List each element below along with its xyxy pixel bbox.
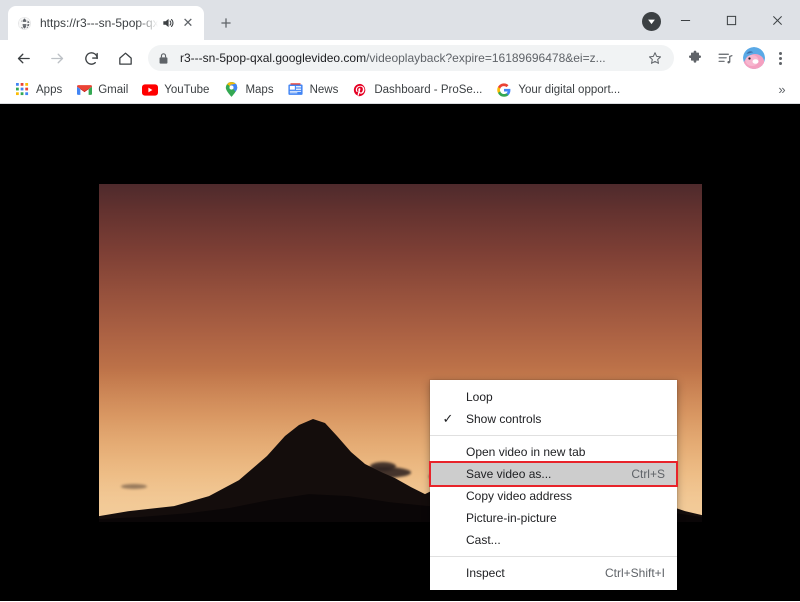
video-context-menu: Loop ✓ Show controls Open video in new t… — [430, 380, 677, 590]
menu-item-copy-video-address[interactable]: Copy video address — [430, 485, 677, 507]
speaker-playing-icon[interactable] — [160, 15, 176, 31]
gmail-icon — [76, 82, 92, 98]
window-controls — [662, 0, 800, 40]
profile-avatar[interactable] — [743, 47, 765, 69]
tab-title: https://r3---sn-5pop-qxal.go — [40, 16, 158, 30]
menu-item-inspect[interactable]: Inspect Ctrl+Shift+I — [430, 562, 677, 584]
bookmark-star-icon[interactable] — [646, 51, 664, 65]
menu-item-label: Copy video address — [466, 489, 653, 503]
bookmark-digital-opportunity[interactable]: Your digital opport... — [490, 79, 626, 101]
menu-item-accel: Ctrl+S — [631, 467, 665, 481]
download-indicator-icon[interactable] — [642, 12, 661, 31]
bookmark-label: Gmail — [98, 84, 128, 96]
menu-item-accel: Ctrl+Shift+I — [605, 566, 665, 580]
home-button[interactable] — [111, 44, 139, 72]
google-news-icon — [288, 82, 304, 98]
browser-tab[interactable]: https://r3---sn-5pop-qxal.go ✕ — [8, 6, 204, 40]
new-tab-button[interactable] — [212, 9, 240, 37]
menu-item-picture-in-picture[interactable]: Picture-in-picture — [430, 507, 677, 529]
globe-icon — [16, 15, 32, 31]
minimize-button[interactable] — [662, 0, 708, 40]
forward-button[interactable] — [43, 44, 71, 72]
bookmarks-overflow-icon[interactable]: » — [772, 79, 792, 101]
browser-toolbar: r3---sn-5pop-qxal.googlevideo.com/videop… — [0, 40, 800, 76]
menu-item-cast[interactable]: Cast... — [430, 529, 677, 551]
menu-item-loop[interactable]: Loop — [430, 386, 677, 408]
bookmark-label: Maps — [245, 84, 273, 96]
three-dot-menu-icon[interactable] — [768, 45, 792, 71]
close-tab-icon[interactable]: ✕ — [180, 15, 196, 31]
menu-item-open-video-in-new-tab[interactable]: Open video in new tab — [430, 441, 677, 463]
browser-window: https://r3---sn-5pop-qxal.go ✕ — [0, 0, 800, 602]
extensions-puzzle-icon[interactable] — [682, 45, 708, 71]
back-button[interactable] — [9, 44, 37, 72]
bookmark-label: Your digital opport... — [518, 84, 620, 96]
checkmark-icon: ✓ — [430, 411, 466, 427]
url-path: /videoplayback?expire=16189696478&ei=z..… — [366, 51, 606, 65]
menu-item-label: Cast... — [466, 533, 653, 547]
menu-item-label: Picture-in-picture — [466, 511, 653, 525]
menu-item-label: Open video in new tab — [466, 445, 653, 459]
google-g-icon — [496, 82, 512, 98]
url-host: r3---sn-5pop-qxal.googlevideo.com — [180, 51, 366, 65]
bookmark-maps[interactable]: Maps — [217, 79, 279, 101]
menu-separator — [430, 435, 677, 436]
close-window-button[interactable] — [754, 0, 800, 40]
page-content: Loop ✓ Show controls Open video in new t… — [0, 104, 800, 601]
youtube-icon — [142, 82, 158, 98]
bookmark-apps[interactable]: Apps — [8, 79, 68, 101]
media-playlist-icon[interactable] — [712, 45, 738, 71]
apps-grid-icon — [14, 82, 30, 98]
bookmark-youtube[interactable]: YouTube — [136, 79, 215, 101]
menu-item-save-video-as[interactable]: Save video as... Ctrl+S — [430, 463, 677, 485]
bookmark-label: Apps — [36, 84, 62, 96]
pinterest-icon — [352, 82, 368, 98]
bookmark-label: News — [310, 84, 339, 96]
menu-item-label: Save video as... — [466, 467, 619, 481]
menu-item-label: Loop — [466, 390, 653, 404]
lock-icon — [158, 52, 172, 65]
menu-separator — [430, 556, 677, 557]
bookmarks-bar: Apps Gmail You — [0, 76, 800, 104]
bookmark-gmail[interactable]: Gmail — [70, 79, 134, 101]
menu-item-show-controls[interactable]: ✓ Show controls — [430, 408, 677, 430]
bookmark-label: Dashboard - ProSe... — [374, 84, 482, 96]
maps-pin-icon — [223, 82, 239, 98]
reload-button[interactable] — [77, 44, 105, 72]
menu-item-label: Show controls — [466, 412, 653, 426]
bookmark-dashboard[interactable]: Dashboard - ProSe... — [346, 79, 488, 101]
bookmark-label: YouTube — [164, 84, 209, 96]
bookmark-news[interactable]: News — [282, 79, 345, 101]
maximize-button[interactable] — [708, 0, 754, 40]
menu-item-label: Inspect — [466, 566, 593, 580]
url-text: r3---sn-5pop-qxal.googlevideo.com/videop… — [180, 51, 640, 65]
address-bar[interactable]: r3---sn-5pop-qxal.googlevideo.com/videop… — [148, 45, 674, 71]
tab-strip: https://r3---sn-5pop-qxal.go ✕ — [0, 0, 800, 40]
